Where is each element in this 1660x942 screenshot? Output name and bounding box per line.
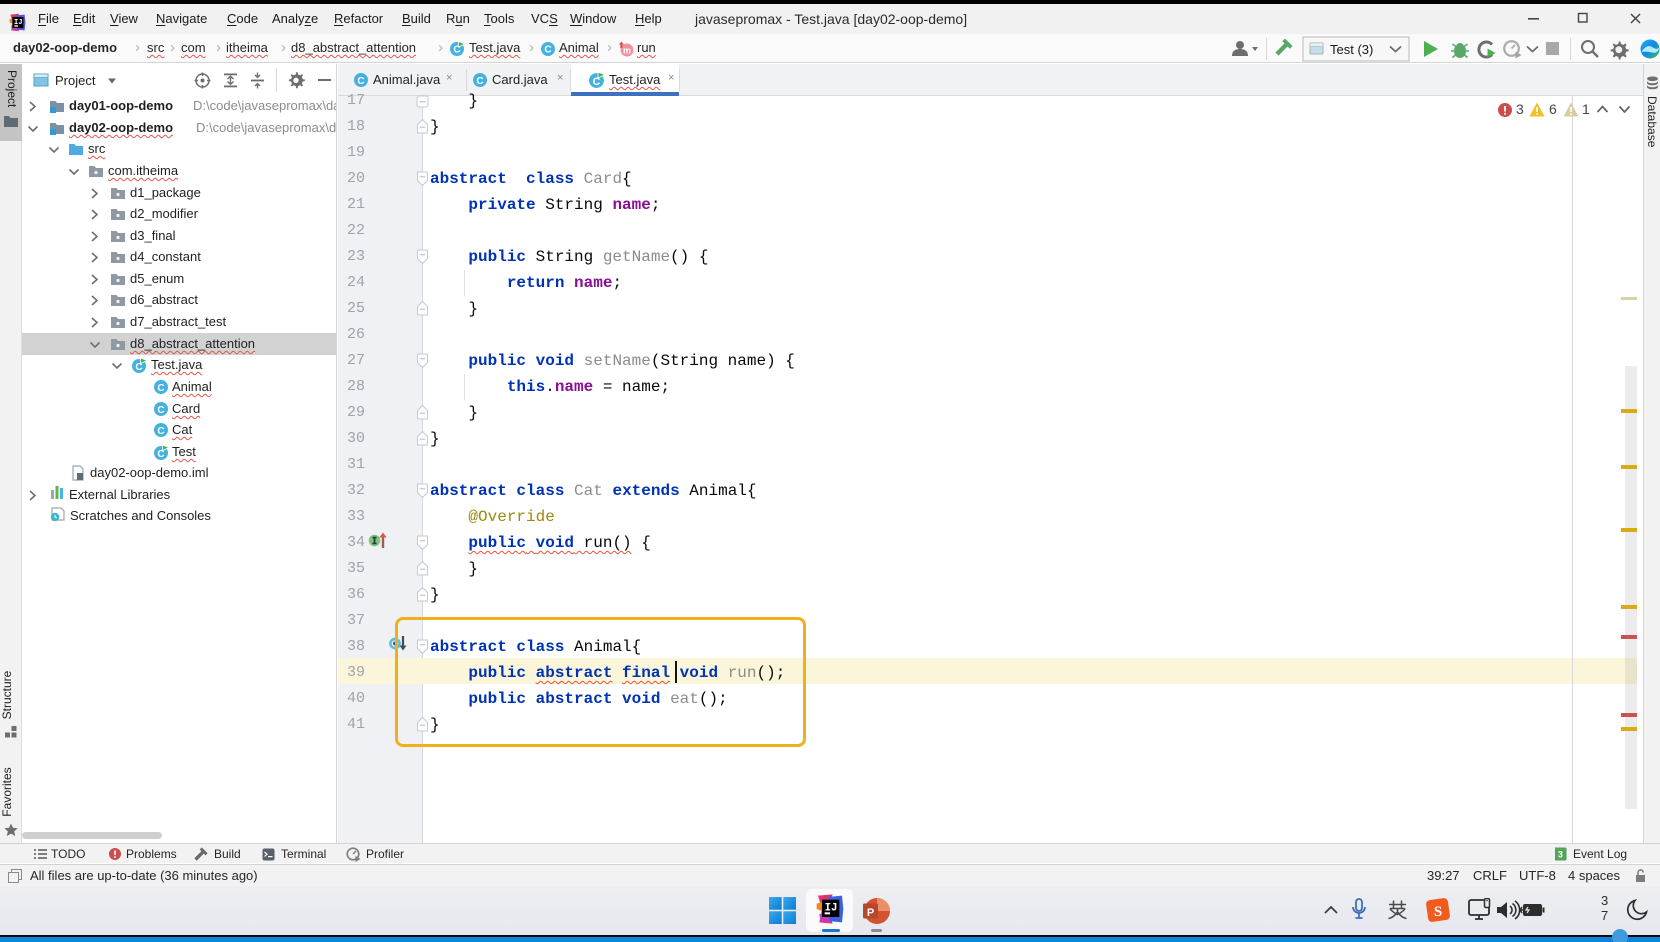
svg-text:Test (3): Test (3): [1330, 42, 1373, 57]
svg-text:C: C: [544, 45, 551, 56]
svg-text:S: S: [1434, 904, 1442, 920]
svg-text:3: 3: [1558, 849, 1563, 859]
svg-text:m: m: [623, 46, 631, 56]
svg-text:P: P: [867, 907, 874, 919]
